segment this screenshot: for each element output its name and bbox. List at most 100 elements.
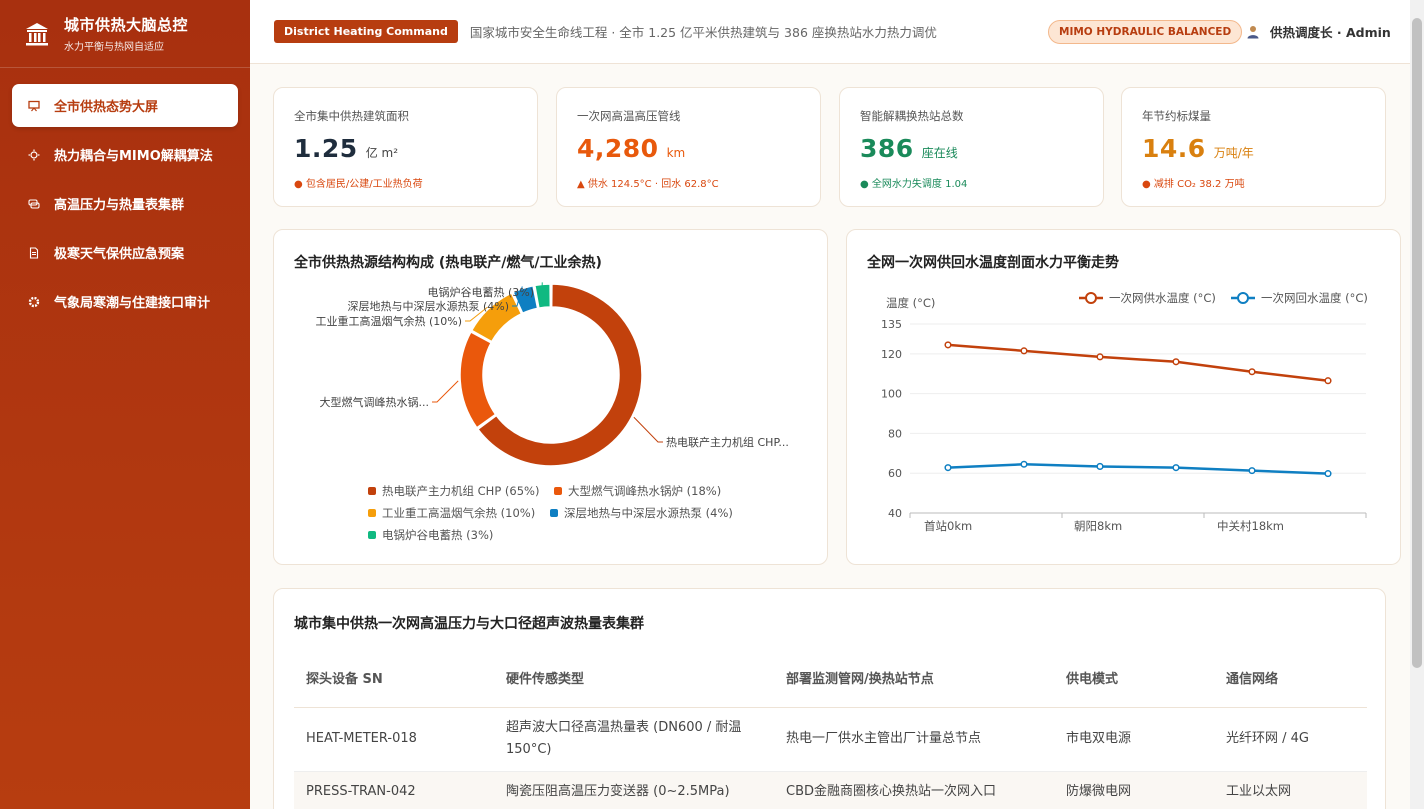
data-point[interactable] — [944, 464, 952, 472]
stat-note: ● 全网水力失调度 1.04 — [860, 179, 968, 190]
gear-icon — [28, 296, 40, 308]
sidebar-item-mimo[interactable]: 热力耦合与MIMO解耦算法 — [12, 133, 238, 176]
stat-value: 1.25 — [294, 134, 358, 163]
table-cell: 工业以太网 — [1214, 771, 1367, 809]
legend-swatch — [368, 487, 376, 495]
y-tick-label: 40 — [888, 507, 902, 520]
stat-value: 4,280 — [577, 134, 659, 163]
legend-swatch — [554, 487, 562, 495]
heat-source-panel: 全市供热热源结构构成 (热电联产/燃气/工业余热) 热电联产主力机组 CHP..… — [273, 229, 828, 565]
y-tick-label: 80 — [888, 427, 902, 440]
data-point[interactable] — [1248, 467, 1256, 475]
y-tick-label: 135 — [881, 318, 902, 331]
table-cell: 市电双电源 — [1054, 707, 1214, 772]
page-scrollbar[interactable] — [1410, 0, 1424, 809]
stat-card-pipeline: 一次网高温高压管线 4,280 km ▲ 供水 124.5°C · 回水 62.8… — [556, 87, 821, 207]
stack-icon — [28, 198, 40, 210]
table-cell: CBD金融商圈核心换热站一次网入口 — [774, 771, 1054, 809]
stat-label: 智能解耦换热站总数 — [860, 109, 964, 123]
data-point[interactable] — [1020, 347, 1028, 355]
column-header: 硬件传感类型 — [494, 649, 774, 708]
legend-item: 工业重工高温烟气余热 (10%) — [368, 505, 535, 521]
y-tick-label: 60 — [888, 467, 902, 480]
x-tick-label: 朝阳8km — [1074, 519, 1122, 533]
legend-item: 大型燃气调峰热水锅炉 (18%) — [554, 483, 721, 499]
stat-value: 14.6 — [1142, 134, 1206, 163]
data-point[interactable] — [1096, 462, 1104, 470]
data-point[interactable] — [1172, 464, 1180, 472]
data-point[interactable] — [1020, 460, 1028, 468]
column-header: 通信网络 — [1214, 649, 1367, 708]
table-cell: 超声波大口径高温热量表 (DN600 / 耐温 150°C) — [494, 707, 774, 772]
legend-label: 工业重工高温烟气余热 (10%) — [382, 506, 536, 520]
slice-label: 工业重工高温烟气余热 (10%) — [315, 314, 462, 328]
sidebar-item-sensors[interactable]: 高温压力与热量表集群 — [12, 182, 238, 225]
series-line — [947, 463, 1329, 475]
table-cell: HEAT-METER-018 — [294, 707, 494, 772]
stat-unit: 亿 m² — [365, 146, 399, 160]
stat-card-stations: 智能解耦换热站总数 386 座在线 ● 全网水力失调度 1.04 — [839, 87, 1104, 207]
stat-unit: 座在线 — [921, 146, 958, 160]
column-header: 探头设备 SN — [294, 649, 494, 708]
table-row[interactable]: PRESS-TRAN-042 陶瓷压阻高温压力变送器 (0~2.5MPa) CB… — [294, 771, 1367, 809]
sidebar-item-label: 高温压力与热量表集群 — [54, 198, 185, 213]
legend-label: 大型燃气调峰热水锅炉 (18%) — [568, 484, 722, 498]
sidebar-item-label: 气象局寒潮与住建接口审计 — [54, 296, 211, 311]
legend-marker — [1085, 292, 1097, 304]
data-point[interactable] — [1172, 358, 1180, 366]
stat-value: 386 — [860, 134, 914, 163]
building-icon — [26, 22, 48, 45]
column-header: 部署监测管网/换热站节点 — [774, 649, 1054, 708]
sensor-table: 探头设备 SN 硬件传感类型 部署监测管网/换热站节点 供电模式 通信网络 HE… — [294, 649, 1367, 809]
table-row[interactable]: HEAT-METER-018 超声波大口径高温热量表 (DN600 / 耐温 1… — [294, 707, 1367, 772]
legend-label: 深层地热与中深层水源热泵 (4%) — [564, 506, 733, 520]
data-point[interactable] — [1324, 470, 1332, 478]
sidebar-item-label: 热力耦合与MIMO解耦算法 — [54, 149, 213, 164]
legend-marker — [1237, 292, 1249, 304]
sidebar-item-label: 极寒天气保供应急预案 — [54, 247, 185, 262]
table-cell: 防爆微电网 — [1054, 771, 1214, 809]
document-icon — [28, 246, 40, 259]
y-tick-label: 100 — [881, 388, 902, 401]
stat-card-area: 全市集中供热建筑面积 1.25 亿 m² ● 包含居民/公建/工业热负荷 — [273, 87, 538, 207]
legend-item: 深层地热与中深层水源热泵 (4%) — [550, 505, 733, 521]
sidebar-item-emergency[interactable]: 极寒天气保供应急预案 — [12, 231, 238, 274]
slice-label: 深层地热与中深层水源热泵 (4%) — [347, 299, 509, 313]
legend-item: 热电联产主力机组 CHP (65%) — [368, 483, 539, 499]
data-point[interactable] — [1248, 368, 1256, 376]
legend-swatch — [550, 509, 558, 517]
sidebar-item-audit[interactable]: 气象局寒潮与住建接口审计 — [12, 280, 238, 323]
sidebar: 城市供热大脑总控 水力平衡与热网自适应 全市供热态势大屏 热力耦合与MIMO解耦… — [0, 0, 250, 809]
stat-label: 一次网高温高压管线 — [577, 109, 681, 123]
legend-label: 一次网供水温度 (°C) — [1109, 291, 1216, 305]
presentation-icon — [28, 100, 40, 112]
panel-title: 城市集中供热一次网高温压力与大口径超声波热量表集群 — [294, 616, 644, 632]
data-point[interactable] — [1324, 377, 1332, 385]
sun-gear-icon — [28, 149, 40, 161]
table-cell: 光纤环网 / 4G — [1214, 707, 1367, 772]
stat-note: ▲ 供水 124.5°C · 回水 62.8°C — [577, 179, 719, 190]
legend-label: 电锅炉谷电蓄热 (3%) — [382, 528, 494, 542]
donut-slice[interactable] — [459, 330, 497, 429]
header-description: 国家城市安全生命线工程 · 全市 1.25 亿平米供热建筑与 386 座换热站水… — [469, 25, 937, 40]
series-line — [947, 343, 1329, 382]
top-header: District Heating Command 国家城市安全生命线工程 · 全… — [250, 0, 1410, 64]
sidebar-item-dashboard[interactable]: 全市供热态势大屏 — [12, 84, 238, 127]
mimo-status-badge: MIMO HYDRAULIC BALANCED — [1048, 20, 1243, 44]
slice-label: 大型燃气调峰热水锅... — [320, 395, 430, 409]
user-menu[interactable]: 供热调度长 · Admin — [1246, 22, 1391, 41]
legend-swatch — [368, 509, 376, 517]
y-tick-label: 120 — [881, 348, 902, 361]
scrollbar-thumb[interactable] — [1412, 18, 1422, 668]
stat-unit: 万吨/年 — [1213, 146, 1254, 160]
table-cell: 热电一厂供水主管出厂计量总节点 — [774, 707, 1054, 772]
stat-unit: km — [666, 146, 686, 160]
legend-item: 电锅炉谷电蓄热 (3%) — [368, 527, 493, 543]
slice-label: 电锅炉谷电蓄热 (3%) — [427, 286, 534, 299]
slice-leader-line — [432, 380, 459, 403]
legend-label: 一次网回水温度 (°C) — [1261, 291, 1368, 305]
data-point[interactable] — [1096, 353, 1104, 361]
sidebar-nav: 全市供热态势大屏 热力耦合与MIMO解耦算法 高温压力与热量表集群 极寒天气保供… — [0, 68, 250, 323]
user-icon — [1247, 25, 1259, 38]
data-point[interactable] — [944, 341, 952, 349]
